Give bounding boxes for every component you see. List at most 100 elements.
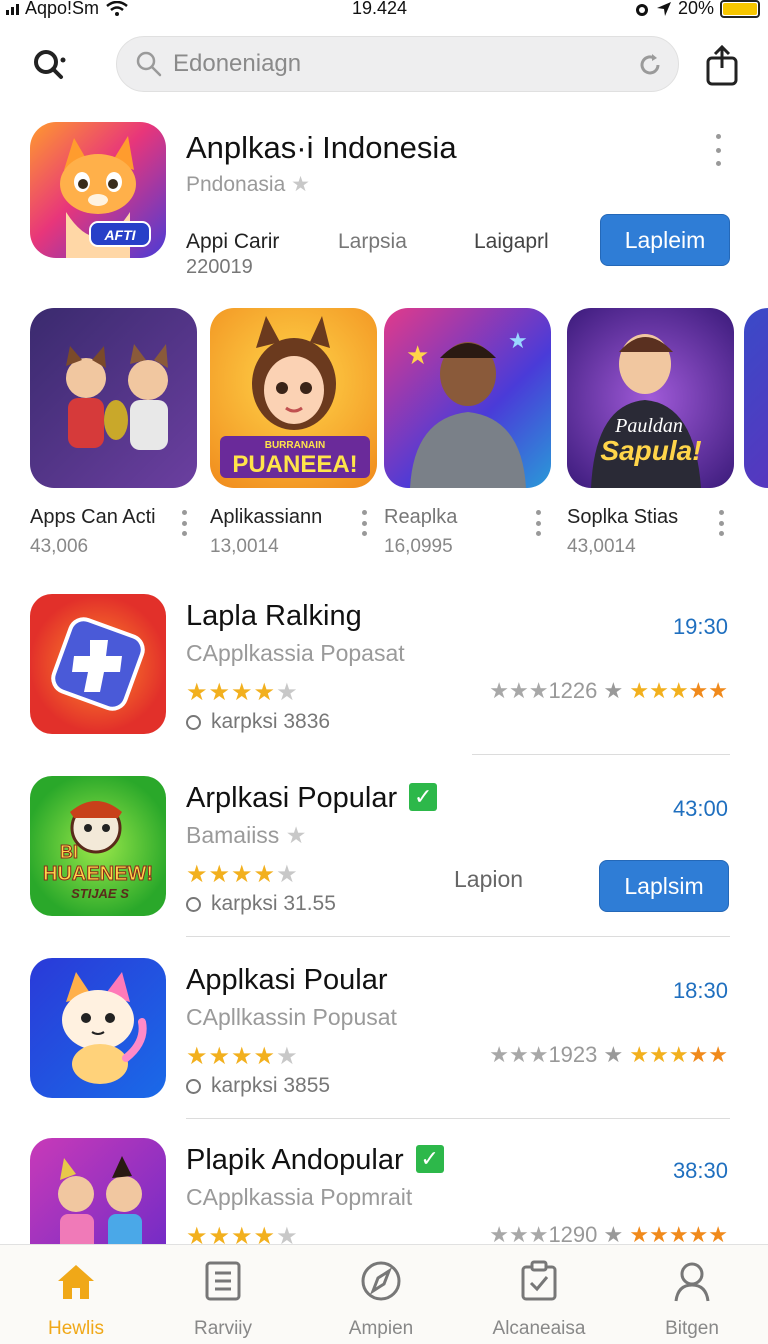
carousel-name: Aplikassiann (210, 506, 323, 528)
carousel-art-label: Pauldan (614, 415, 683, 437)
app-meta: karpksi 31.55 (186, 892, 336, 916)
more-options-icon[interactable] (534, 510, 542, 536)
verified-check-icon: ✓ (415, 1145, 444, 1173)
verified-check-icon: ✓ (409, 783, 438, 811)
carousel-name: Apps Can Acti (30, 506, 156, 528)
app-title: Applkasi Poular (186, 964, 388, 996)
featured-label-3: Laigaprl (474, 230, 549, 253)
carousel-art[interactable]: BURRANAIN PUANEEA! (210, 308, 377, 488)
home-icon (58, 1265, 94, 1299)
nav-item-home[interactable]: Hewlis (6, 1259, 146, 1340)
status-right: 20% (634, 0, 760, 19)
carrier-label: Aqpo!Sm (25, 0, 100, 18)
list-app-icon[interactable]: BI HUAENEW! STIJAE S (30, 776, 166, 916)
circle-icon (186, 714, 201, 730)
divider (186, 936, 730, 937)
carousel-count: 13,0014 (210, 536, 279, 557)
rating-stars: ★★★★★ (186, 679, 299, 706)
carousel-art[interactable]: ★ ★ (384, 308, 551, 488)
top-bar: Edoneniagn (0, 36, 768, 94)
rating-summary: ★★★1923 ★ ★★★★★ (489, 1042, 728, 1067)
search-icon[interactable] (30, 46, 70, 86)
rating-summary: ★★★1226 ★ ★★★★★ (489, 678, 728, 703)
nav-label: Alcaneaisa (492, 1318, 586, 1339)
get-button[interactable]: Laplsim (599, 860, 729, 912)
wifi-icon (106, 0, 128, 16)
nav-label: Bitgen (665, 1318, 719, 1339)
carousel-card[interactable]: Apps Can Acti 43,006 (30, 308, 200, 557)
carousel-art-label: BURRANAIN (265, 440, 326, 451)
document-icon (205, 1261, 241, 1301)
more-options-icon[interactable] (360, 510, 368, 536)
featured-meta-label: Appi Carir (186, 230, 280, 253)
star-icon: ★ (406, 340, 429, 370)
list-app-icon[interactable] (30, 958, 166, 1098)
carousel-card[interactable]: ★ ★ Reaplka 16,0995 (384, 308, 554, 557)
app-time: 19:30 (672, 614, 728, 639)
carousel-art-label: PUANEEA! (232, 451, 357, 478)
star-icon: ★ (508, 328, 528, 353)
status-bar: Aqpo!Sm 19.424 20% (0, 0, 768, 20)
list-item[interactable]: BI HUAENEW! STIJAE S Arplkasi Popular ✓ B… (30, 776, 740, 926)
refresh-icon[interactable] (636, 51, 664, 79)
carousel-card[interactable]: BURRANAIN PUANEEA! Aplikassiann 13,0014 (210, 308, 380, 557)
app-title: Plapik Andopular ✓ (186, 1144, 444, 1177)
list-item[interactable]: Applkasi Poular CApllkassin Popusat ★★★★… (30, 958, 740, 1108)
featured-art-label: AFTI (103, 227, 136, 243)
search-input[interactable]: Edoneniagn (116, 36, 679, 92)
location-icon (656, 1, 671, 16)
more-options-icon[interactable] (717, 510, 725, 536)
more-options-icon[interactable] (180, 510, 188, 536)
featured-subtitle: Pndonasia ★ (186, 173, 310, 196)
bottom-nav: Hewlis Rarviiy Ampien Alcaneaisa Bitgen (0, 1244, 768, 1344)
list-app-icon[interactable] (30, 594, 166, 734)
battery-icon (720, 0, 760, 18)
more-options-icon[interactable] (712, 134, 724, 166)
rating-stars: ★★★★★ (186, 1043, 299, 1070)
app-subtitle: CApllkassin Popusat (186, 1004, 397, 1030)
app-carousel[interactable]: Apps Can Acti 43,006 BURRANAIN PUANEEA! … (30, 308, 768, 568)
carousel-art[interactable] (744, 308, 768, 488)
rating-stars: ★★★★★ (186, 861, 299, 888)
carousel-count: 43,006 (30, 536, 89, 557)
list-art-label: HUAENEW! (43, 863, 153, 885)
app-time: 18:30 (672, 978, 728, 1003)
nav-item-explore[interactable]: Ampien (311, 1259, 451, 1340)
carousel-count: 43,0014 (567, 536, 636, 557)
status-time: 19.424 (352, 0, 408, 18)
carousel-art[interactable] (30, 308, 197, 488)
divider (186, 1118, 730, 1119)
app-meta: karpksi 3836 (186, 710, 330, 734)
list-art-label: STIJAE S (71, 886, 129, 901)
app-time: 38:30 (672, 1158, 728, 1183)
app-subtitle: Bamaiiss ★ (186, 822, 307, 848)
list-art-label: BI (60, 842, 78, 862)
clipboard-icon (521, 1260, 557, 1301)
carousel-art-label: Sapula! (600, 435, 701, 466)
carousel-card-partial[interactable] (744, 308, 768, 488)
carousel-count: 16,0995 (384, 536, 453, 557)
featured-get-button[interactable]: Lapleim (600, 214, 730, 266)
featured-app-icon[interactable]: AFTI (30, 122, 166, 258)
alarm-icon (635, 3, 648, 16)
star-icon: ★ (285, 822, 307, 848)
app-subtitle: CApplkassia Popmrait (186, 1184, 413, 1210)
carousel-art[interactable]: Pauldan Sapula! (567, 308, 734, 488)
nav-item-updates[interactable]: Alcaneaisa (469, 1259, 609, 1340)
app-title: Lapla Ralking (186, 600, 362, 632)
carousel-name: Reaplka (384, 506, 458, 528)
nav-item-reviews[interactable]: Rarviiy (153, 1259, 293, 1340)
list-item[interactable]: Lapla Ralking CApplkassia Popasat ★★★★★ … (30, 594, 740, 744)
app-title: Arplkasi Popular ✓ (186, 782, 438, 815)
carousel-card[interactable]: Pauldan Sapula! Soplka Stias 43,0014 (567, 308, 737, 557)
action-label[interactable]: Lapion (454, 866, 523, 893)
featured-app[interactable]: AFTI Anplkas·i Indonesia Pndonasia ★ App… (30, 122, 740, 278)
signal-icon (6, 3, 19, 15)
nav-label: Rarviiy (193, 1318, 253, 1339)
divider (472, 754, 730, 755)
app-time: 43:00 (672, 796, 728, 821)
nav-item-profile[interactable]: Bitgen (622, 1259, 762, 1340)
nav-label: Hewlis (48, 1318, 104, 1339)
share-icon[interactable] (702, 44, 742, 86)
star-icon: ★ (291, 173, 310, 196)
